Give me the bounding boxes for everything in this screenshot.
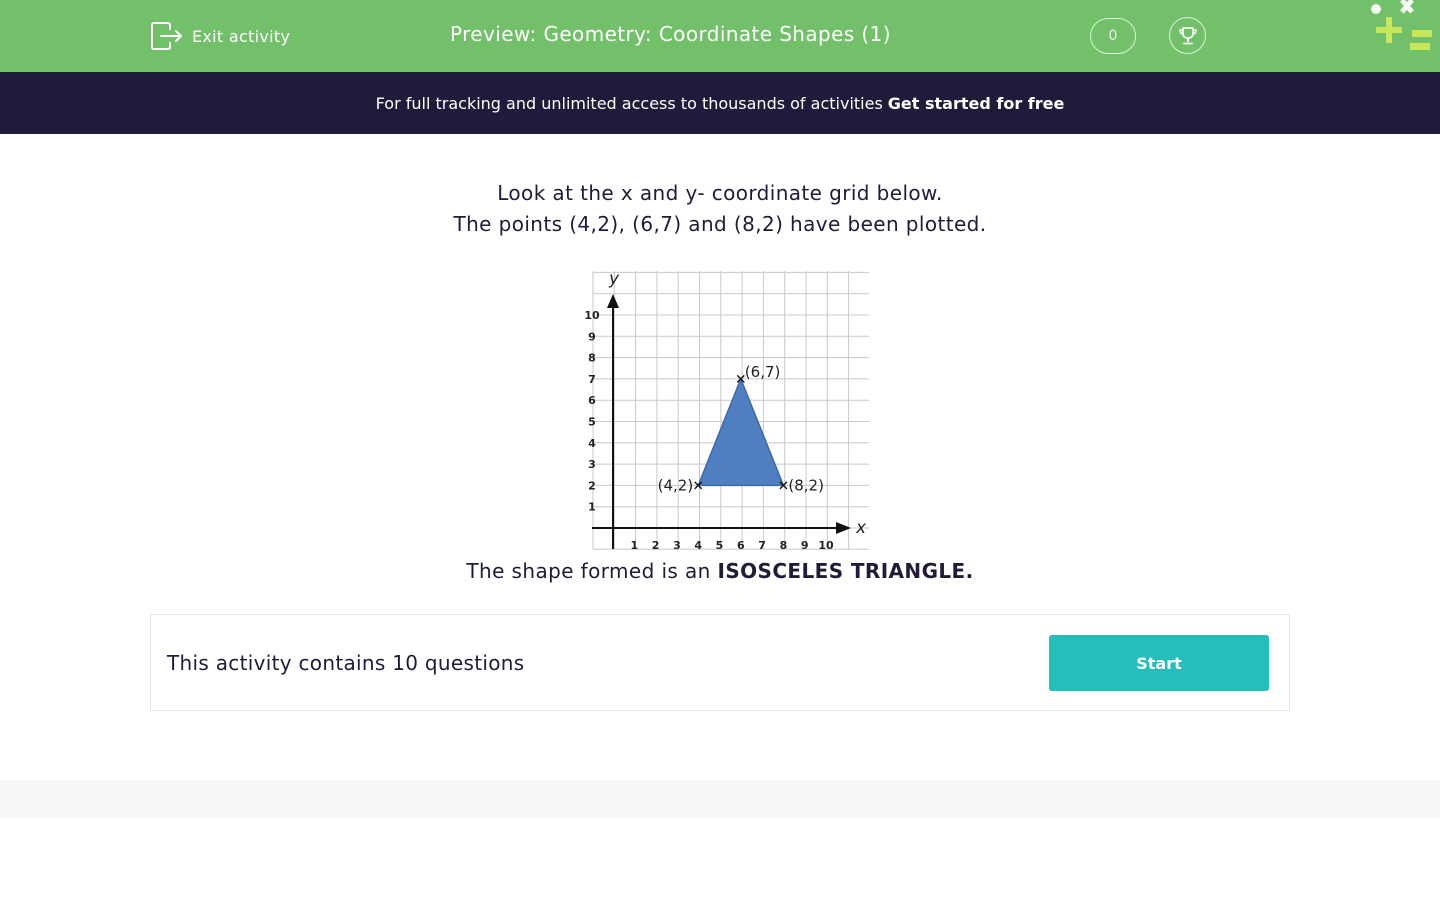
point-label: (4,2) <box>658 476 694 494</box>
trophy-icon <box>1178 26 1197 44</box>
point-label: (6,7) <box>745 363 781 381</box>
question-line-2: The points (4,2), (6,7) and (8,2) have b… <box>453 212 987 236</box>
point-label: (8,2) <box>788 476 824 494</box>
score-badge: 0 <box>1090 18 1136 54</box>
answer-emphasis: ISOSCELES TRIANGLE. <box>717 559 974 583</box>
activity-card: This activity contains 10 questions Star… <box>150 614 1290 711</box>
get-started-link[interactable]: Get started for free <box>888 94 1065 113</box>
x-tick-label: 10 <box>818 539 834 552</box>
y-tick-label: 1 <box>588 501 596 514</box>
x-tick-label: 9 <box>801 539 809 552</box>
y-tick-label: 2 <box>588 479 596 492</box>
x-tick-label: 6 <box>737 539 745 552</box>
promo-text: For full tracking and unlimited access t… <box>375 93 883 113</box>
top-bar: Exit activity Preview: Geometry: Coordin… <box>0 0 1440 72</box>
footer-strip <box>0 780 1440 818</box>
exit-activity-label: Exit activity <box>192 26 291 46</box>
x-tick-label: 7 <box>758 539 766 552</box>
x-tick-label: 4 <box>694 539 702 552</box>
x-tick-label: 5 <box>716 539 724 552</box>
triangle-shape <box>697 376 785 487</box>
trophy-button[interactable] <box>1169 17 1206 54</box>
x-axis-label: x <box>855 518 867 538</box>
x-tick-label: 1 <box>630 539 638 552</box>
y-tick-label: 10 <box>584 309 600 322</box>
x-tick-label: 3 <box>673 539 681 552</box>
answer-text: The shape formed is an ISOSCELES TRIANGL… <box>0 559 1440 583</box>
coordinate-grid-chart: yx1 2 3 4 5 6 7 8 9 1012345678910(4,2)(6,7)(8,2) <box>584 269 869 552</box>
y-tick-label: 9 <box>588 330 596 343</box>
start-button[interactable]: Start <box>1049 635 1269 691</box>
activity-question-count: This activity contains 10 questions <box>167 651 525 675</box>
x-tick-label: 8 <box>780 539 788 552</box>
question-text: Look at the x and y- coordinate grid bel… <box>0 178 1440 240</box>
page-title: Preview: Geometry: Coordinate Shapes (1) <box>450 22 891 46</box>
y-tick-label: 8 <box>588 352 596 365</box>
brand-logo <box>1371 0 1432 50</box>
exit-icon <box>151 22 182 50</box>
exit-activity-button[interactable]: Exit activity <box>150 20 290 52</box>
answer-prefix: The shape formed is an <box>466 559 711 583</box>
y-tick-label: 4 <box>588 437 596 450</box>
y-tick-label: 7 <box>588 373 596 386</box>
question-line-1: Look at the x and y- coordinate grid bel… <box>497 181 943 205</box>
y-tick-label: 5 <box>588 416 596 429</box>
x-tick-label: 2 <box>652 539 660 552</box>
promo-banner: For full tracking and unlimited access t… <box>0 72 1440 134</box>
y-tick-label: 6 <box>588 394 596 407</box>
y-axis-label: y <box>608 269 620 289</box>
y-tick-label: 3 <box>588 458 596 471</box>
y-axis-arrow <box>607 294 619 308</box>
